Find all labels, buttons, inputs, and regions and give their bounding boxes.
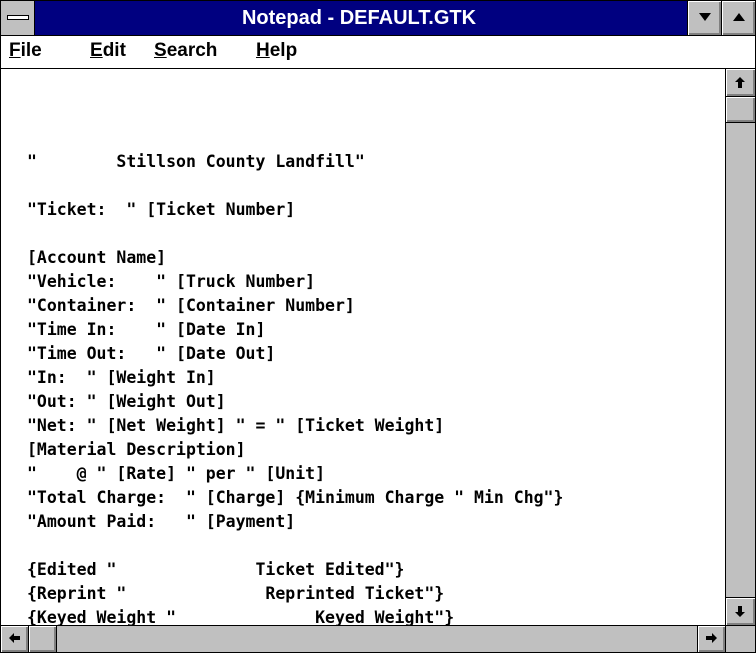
minimize-arrow-icon [699,13,711,21]
arrow-up-icon [735,77,745,88]
menu-bar: File Edit Search Help [1,36,755,69]
text-line: "Total Charge: " [Charge] {Minimum Charg… [27,488,564,507]
maximize-arrow-icon [733,13,745,21]
text-line: "Container: " [Container Number] [27,296,355,315]
system-menu-icon[interactable] [1,1,35,35]
title-bar[interactable]: Notepad - DEFAULT.GTK [1,1,755,36]
text-line [27,126,563,150]
scrollbar-corner [725,625,755,652]
menu-help-label: elp [269,40,298,61]
menu-file-label: ile [20,40,42,61]
arrow-right-icon [706,633,717,643]
arrow-left-icon [9,633,20,643]
arrow-down-icon [735,606,745,617]
text-line: "Time Out: " [Date Out] [27,344,276,363]
document-text[interactable]: " Stillson County Landfill" "Ticket: " [T… [27,126,563,625]
text-line [27,222,563,246]
text-line [27,174,563,198]
text-line: "Out: " [Weight Out] [27,392,226,411]
vertical-scrollbar[interactable] [725,69,755,625]
menu-file-mnemonic: F [9,40,21,61]
text-line: [Material Description] [27,440,246,459]
vertical-scroll-track[interactable] [726,123,755,597]
scroll-left-button[interactable] [1,626,29,652]
text-line: "Net: " [Net Weight] " = " [Ticket Weigh… [27,416,445,435]
horizontal-scroll-thumb[interactable] [29,626,57,652]
text-line: "Time In: " [Date In] [27,320,266,339]
window-title: Notepad - DEFAULT.GTK [241,7,477,29]
menu-edit-mnemonic: E [90,40,103,61]
text-line: " Stillson County Landfill" [27,152,365,171]
text-line: "Ticket: " [Ticket Number] [27,200,296,219]
text-line: " @ " [Rate] " per " [Unit] [27,464,326,483]
notepad-window: Notepad - DEFAULT.GTK File Edit Search H… [0,0,756,653]
text-line: [Account Name] [27,248,167,267]
minimize-button[interactable] [687,1,721,35]
menu-search-mnemonic: S [154,40,167,61]
menu-help[interactable]: Help [256,36,297,68]
text-line: {Keyed Weight " Keyed Weight"} [27,608,455,625]
scroll-down-button[interactable] [726,597,755,625]
menu-edit[interactable]: Edit [90,36,126,68]
maximize-button[interactable] [721,1,755,35]
scroll-right-button[interactable] [697,626,725,652]
horizontal-scrollbar[interactable] [1,625,725,652]
menu-search-label: earch [166,40,218,61]
text-line: "Vehicle: " [Truck Number] [27,272,316,291]
scroll-up-button[interactable] [726,69,755,97]
text-editor[interactable]: " Stillson County Landfill" "Ticket: " [T… [1,69,725,625]
text-line [27,534,563,558]
menu-edit-label: dit [102,40,126,61]
text-line: {Reprint " Reprinted Ticket"} [27,584,445,603]
menu-help-mnemonic: H [256,40,270,61]
text-line: "In: " [Weight In] [27,368,216,387]
vertical-scroll-thumb[interactable] [726,97,755,123]
menu-file[interactable]: File [9,36,42,68]
text-line: "Amount Paid: " [Payment] [27,512,296,531]
menu-search[interactable]: Search [154,36,217,68]
text-line: {Edited " Ticket Edited"} [27,560,405,579]
